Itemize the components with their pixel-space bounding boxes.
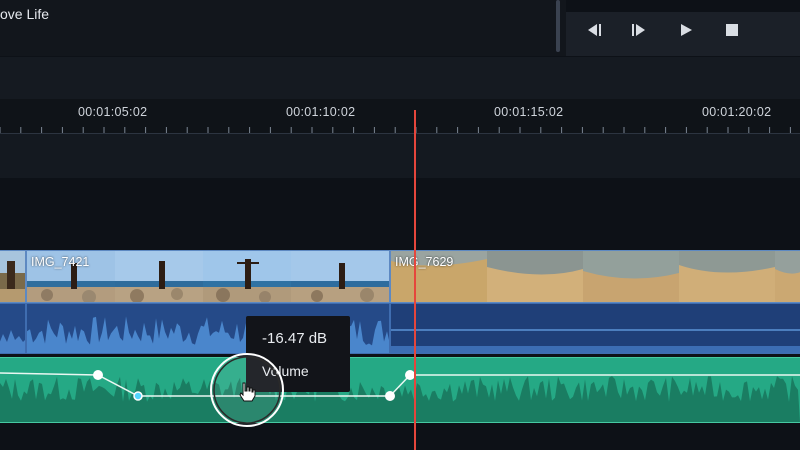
project-title: ove Life [0,6,50,22]
clip-name: IMG_7629 [395,255,454,269]
stop-icon [726,24,738,36]
audio-waveform [391,329,800,353]
keyframe-handle[interactable] [133,391,143,401]
ruler-ticks [0,127,791,133]
timeline-toolbar [0,57,800,99]
clip-audio-prev[interactable] [0,303,26,354]
empty-track-lane [0,134,800,178]
transport-top-strip [566,0,800,12]
stop-button[interactable] [720,22,744,44]
volume-envelope[interactable] [0,355,800,425]
clip-name: IMG_7421 [31,255,90,269]
play-button[interactable] [674,22,698,44]
ruler-label: 00:01:15:02 [494,105,564,119]
playhead-line[interactable] [414,110,416,450]
ruler-label: 00:01:10:02 [286,105,356,119]
panel-divider[interactable] [556,0,560,52]
timeline-ruler[interactable]: 00:01:05:02 00:01:10:02 00:01:15:02 00:0… [0,99,800,134]
play-icon [681,24,692,36]
volume-value: -16.47 dB [262,330,328,347]
step-back-button[interactable] [582,22,606,44]
video-clip-prev[interactable] [0,250,26,303]
step-forward-button[interactable] [627,22,651,44]
empty-track-area [0,178,800,248]
step-forward-icon [632,24,645,36]
clip-thumbnail [0,251,25,302]
ruler-label: 00:01:05:02 [78,105,148,119]
keyframe-handle[interactable] [385,391,395,401]
clip-audio-img-7629[interactable] [390,303,800,354]
keyframe-handle[interactable] [93,370,103,380]
video-clip-img-7421[interactable]: IMG_7421 [26,250,390,303]
hand-cursor-icon [239,382,256,402]
step-back-icon [588,24,601,36]
video-clip-img-7629[interactable]: IMG_7629 [390,250,800,303]
audio-waveform [0,330,25,353]
ruler-label: 00:01:20:02 [702,105,772,119]
